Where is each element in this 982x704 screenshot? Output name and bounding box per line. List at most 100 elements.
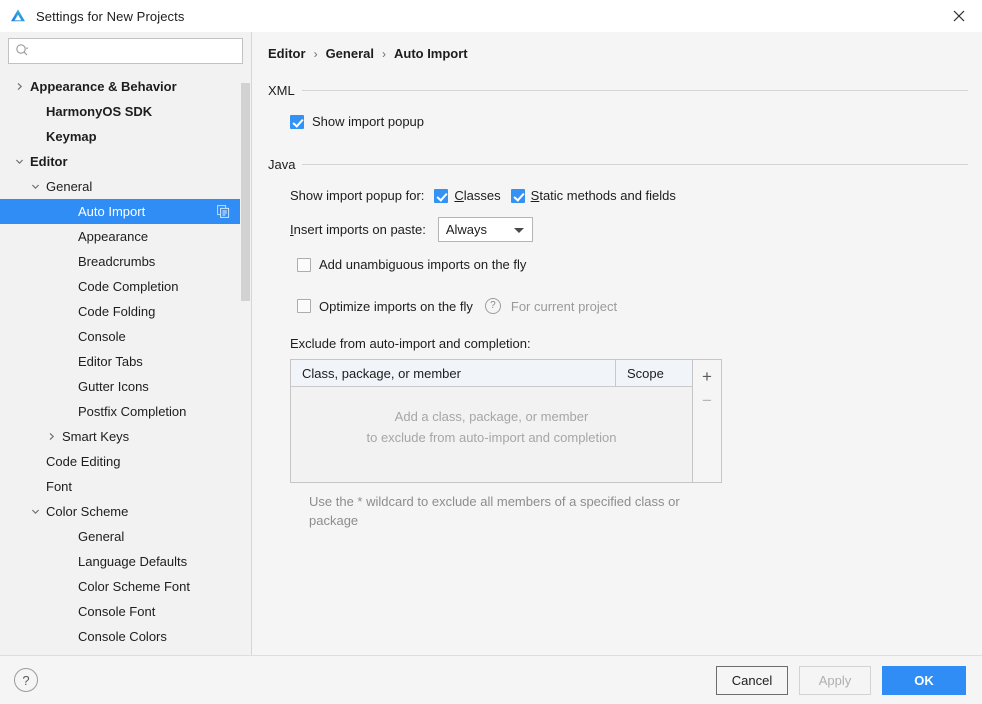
add-exclude-button[interactable]: + bbox=[694, 364, 720, 388]
sidebar-item-language-defaults[interactable]: Language Defaults bbox=[0, 549, 251, 574]
sidebar-item-label: Code Completion bbox=[78, 279, 179, 294]
search-icon bbox=[15, 43, 29, 60]
sidebar-item-general[interactable]: General bbox=[0, 174, 251, 199]
classes-checkbox[interactable] bbox=[434, 188, 449, 203]
sidebar-item-label: HarmonyOS SDK bbox=[46, 104, 153, 119]
sidebar-item-label: General bbox=[46, 179, 93, 194]
sidebar-item-gutter-icons[interactable]: Gutter Icons bbox=[0, 374, 251, 399]
help-icon[interactable]: ? bbox=[484, 298, 501, 314]
xml-section-header: XML bbox=[268, 83, 968, 98]
static-methods-checkbox[interactable] bbox=[510, 188, 525, 203]
exclude-label: Exclude from auto-import and completion: bbox=[290, 336, 531, 351]
dialog-footer: ? Cancel Apply OK bbox=[0, 655, 982, 704]
remove-exclude-button[interactable]: − bbox=[694, 388, 720, 412]
settings-dialog: Settings for New Projects Appearance & B… bbox=[0, 0, 982, 704]
sidebar-item-console[interactable]: Console bbox=[0, 324, 251, 349]
exclude-table[interactable]: Class, package, or member Scope Add a cl… bbox=[290, 359, 692, 483]
sidebar-item-auto-import[interactable]: Auto Import bbox=[0, 199, 251, 224]
chevron-right-icon[interactable] bbox=[44, 424, 58, 449]
add-unambiguous-checkbox[interactable] bbox=[297, 257, 311, 272]
cancel-button[interactable]: Cancel bbox=[716, 665, 788, 695]
search-box[interactable] bbox=[8, 38, 243, 64]
help-button[interactable]: ? bbox=[14, 668, 38, 692]
java-section-body: Show import popup for: Classes Static me… bbox=[268, 188, 968, 530]
settings-tree: Appearance & Behavior HarmonyOS SDK Keymap… bbox=[0, 71, 251, 655]
sidebar-item-label: Smart Keys bbox=[62, 429, 130, 444]
window-title: Settings for New Projects bbox=[36, 8, 185, 24]
breadcrumb-item-general[interactable]: General bbox=[326, 46, 374, 61]
column-header-scope[interactable]: Scope bbox=[616, 360, 692, 386]
sidebar-item-console-font[interactable]: Console Font bbox=[0, 599, 251, 624]
sidebar-item-label: Postfix Completion bbox=[78, 404, 187, 419]
deveco-logo-icon bbox=[9, 7, 27, 25]
java-section: Java Show import popup for: Classes Stat… bbox=[268, 157, 968, 530]
add-unambiguous-row[interactable]: Add unambiguous imports on the fly bbox=[297, 257, 968, 272]
sidebar-item-label: General bbox=[78, 529, 125, 544]
breadcrumb-item-editor[interactable]: Editor bbox=[268, 46, 306, 61]
show-import-popup-checkbox[interactable] bbox=[290, 114, 304, 129]
breadcrumb-separator-icon: › bbox=[381, 46, 386, 61]
classes-mnemonic: C bbox=[454, 188, 464, 203]
sidebar-item-editor[interactable]: Editor bbox=[0, 149, 251, 174]
settings-sidebar: Appearance & Behavior HarmonyOS SDK Keymap… bbox=[0, 32, 252, 655]
chevron-down-icon[interactable] bbox=[28, 174, 42, 199]
exclude-table-area: Class, package, or member Scope Add a cl… bbox=[290, 359, 722, 483]
chevron-down-icon[interactable] bbox=[28, 499, 42, 524]
java-section-title: Java bbox=[268, 157, 296, 172]
sidebar-scrollbar-thumb[interactable] bbox=[241, 83, 250, 301]
close-icon[interactable] bbox=[936, 0, 982, 32]
sidebar-item-code-editing[interactable]: Code Editing bbox=[0, 449, 251, 474]
sidebar-item-appearance-behavior[interactable]: Appearance & Behavior bbox=[0, 74, 251, 99]
optimize-imports-hint: For current project bbox=[510, 298, 618, 314]
chevron-right-icon[interactable] bbox=[12, 74, 26, 99]
column-header-class[interactable]: Class, package, or member bbox=[291, 360, 616, 386]
show-import-popup-row[interactable]: Show import popup bbox=[290, 114, 968, 129]
ok-button[interactable]: OK bbox=[882, 665, 966, 695]
show-import-popup-for-row: Show import popup for: Classes Static me… bbox=[290, 188, 968, 203]
sidebar-item-editor-tabs[interactable]: Editor Tabs bbox=[0, 349, 251, 374]
sidebar-item-breadcrumbs[interactable]: Breadcrumbs bbox=[0, 249, 251, 274]
apply-button[interactable]: Apply bbox=[799, 665, 871, 695]
sidebar-item-label: Appearance & Behavior bbox=[30, 79, 177, 94]
classes-label: Classes bbox=[454, 188, 500, 203]
search-area bbox=[0, 32, 251, 71]
exclude-table-toolbar: + − bbox=[692, 359, 722, 483]
sidebar-item-code-completion[interactable]: Code Completion bbox=[0, 274, 251, 299]
optimize-imports-checkbox[interactable] bbox=[297, 299, 311, 313]
sidebar-item-font[interactable]: Font bbox=[0, 474, 251, 499]
chevron-down-icon bbox=[513, 227, 524, 233]
sidebar-item-harmonyos-sdk[interactable]: HarmonyOS SDK bbox=[0, 99, 251, 124]
sidebar-item-label: Font bbox=[46, 479, 73, 494]
copy-icon[interactable] bbox=[217, 205, 230, 221]
sidebar-item-smart-keys[interactable]: Smart Keys bbox=[0, 424, 251, 449]
sidebar-item-label: Editor Tabs bbox=[78, 354, 143, 369]
sidebar-item-code-folding[interactable]: Code Folding bbox=[0, 299, 251, 324]
chevron-down-icon[interactable] bbox=[12, 149, 26, 174]
search-input[interactable] bbox=[29, 40, 236, 62]
sidebar-item-appearance[interactable]: Appearance bbox=[0, 224, 251, 249]
xml-section-body: Show import popup bbox=[268, 114, 968, 129]
settings-tree-list: Appearance & Behavior HarmonyOS SDK Keymap… bbox=[0, 71, 251, 649]
sidebar-item-keymap[interactable]: Keymap bbox=[0, 124, 251, 149]
sidebar-item-label: Editor bbox=[30, 154, 68, 169]
optimize-imports-row[interactable]: Optimize imports on the fly ? For curren… bbox=[297, 298, 968, 314]
sidebar-scrollbar[interactable] bbox=[240, 71, 251, 655]
insert-imports-label: Insert imports on paste: bbox=[290, 222, 426, 237]
sidebar-item-general[interactable]: General bbox=[0, 524, 251, 549]
sidebar-item-postfix-completion[interactable]: Postfix Completion bbox=[0, 399, 251, 424]
sidebar-item-label: Code Editing bbox=[46, 454, 121, 469]
sidebar-item-console-colors[interactable]: Console Colors bbox=[0, 624, 251, 649]
sidebar-item-color-scheme[interactable]: Color Scheme bbox=[0, 499, 251, 524]
insert-imports-dropdown[interactable]: Always bbox=[437, 217, 533, 242]
sidebar-item-color-scheme-font[interactable]: Color Scheme Font bbox=[0, 574, 251, 599]
